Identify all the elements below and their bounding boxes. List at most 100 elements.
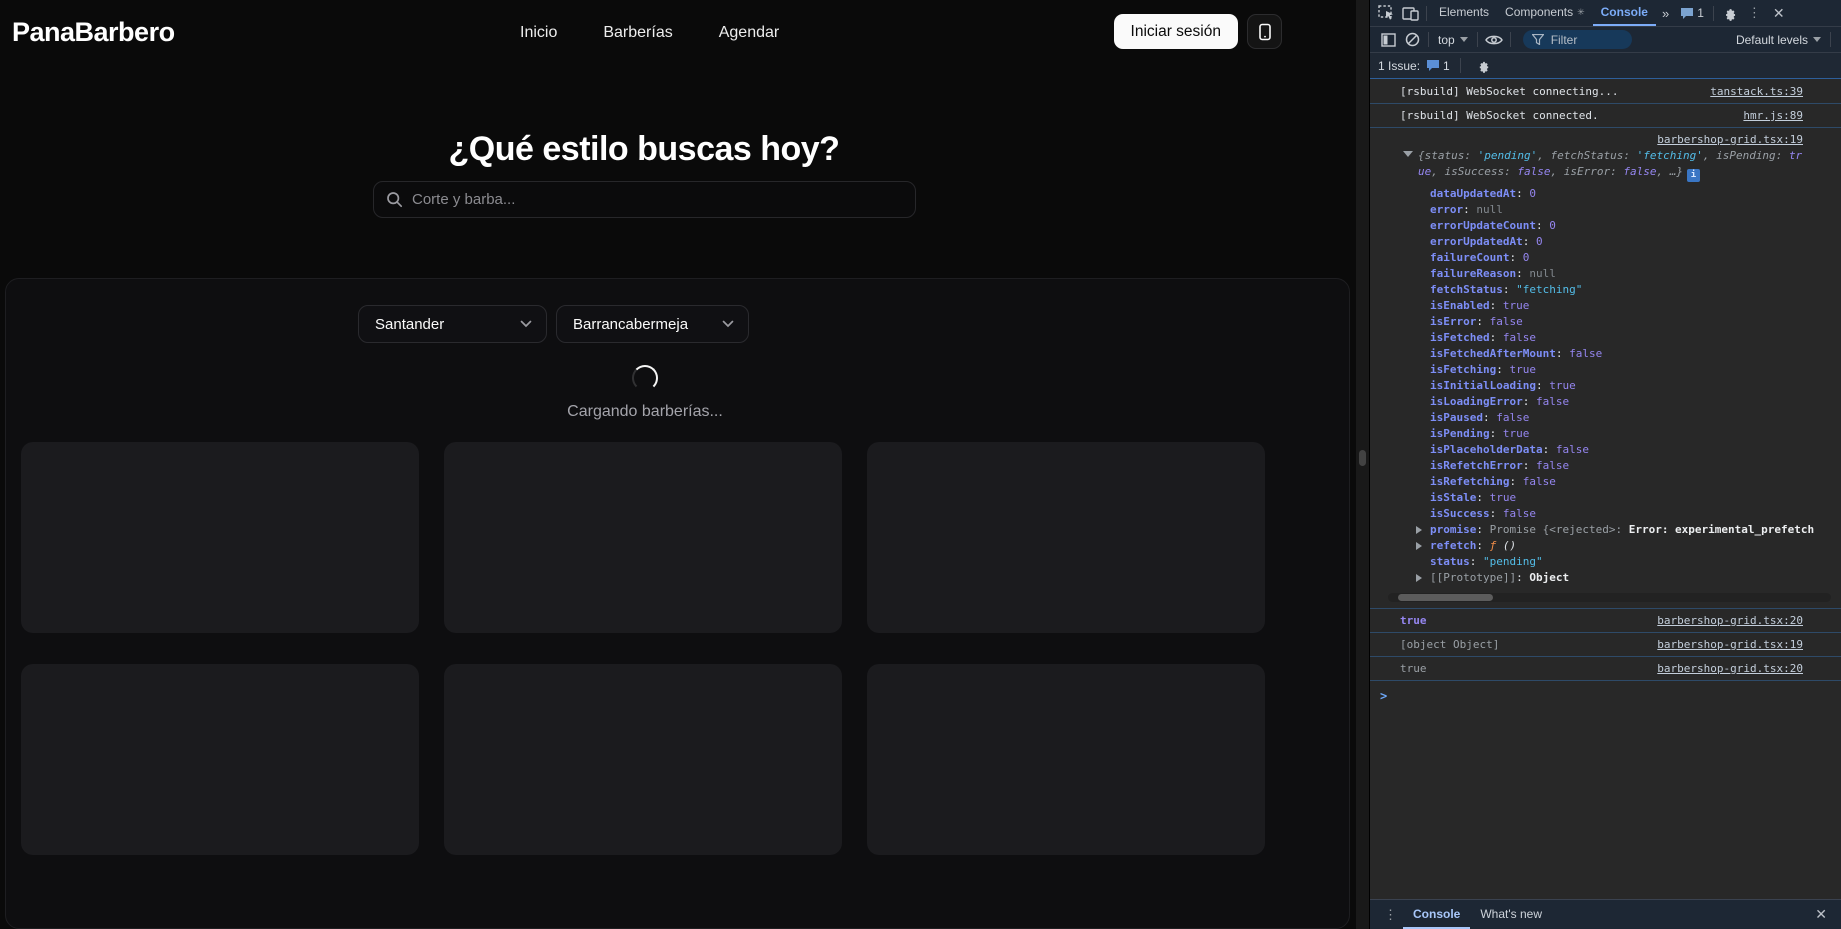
object-property[interactable]: isPending: true (1370, 426, 1841, 442)
city-select[interactable]: Barrancabermeja (556, 305, 749, 343)
issues-count: 1 (1697, 6, 1704, 20)
console-prompt[interactable]: > (1370, 681, 1841, 703)
search-input[interactable] (412, 191, 903, 208)
property-key: isRefetching (1430, 475, 1510, 488)
object-property[interactable]: failureReason: null (1370, 266, 1841, 282)
browser-page: PanaBarbero Inicio Barberías Agendar Inici… (0, 0, 1356, 929)
collapse-arrow-icon[interactable] (1403, 151, 1413, 157)
source-link[interactable]: barbershop-grid.tsx:20 (1657, 661, 1803, 676)
nav-link-barberías[interactable]: Barberías (603, 24, 672, 42)
context-selector[interactable]: top (1433, 33, 1473, 47)
console-messages: [rsbuild] WebSocket connecting... tanstac… (1370, 80, 1841, 128)
issues-settings-gear-icon[interactable] (1471, 56, 1495, 76)
source-link[interactable]: hmr.js:89 (1743, 108, 1803, 123)
clear-console-icon[interactable] (1400, 30, 1424, 50)
property-value: 0 (1529, 187, 1536, 200)
property-value: : (1615, 523, 1629, 536)
object-property[interactable]: isInitialLoading: true (1370, 378, 1841, 394)
source-link[interactable]: tanstack.ts:39 (1710, 84, 1803, 99)
live-expression-eye-icon[interactable] (1482, 30, 1506, 50)
inspect-element-icon[interactable] (1374, 3, 1398, 23)
info-icon[interactable]: i (1686, 169, 1700, 182)
horizontal-scrollbar-thumb[interactable] (1398, 594, 1493, 601)
object-property[interactable]: isSuccess: false (1370, 506, 1841, 522)
object-property[interactable]: isError: false (1370, 314, 1841, 330)
object-property[interactable]: failureCount: 0 (1370, 250, 1841, 266)
drawer-tab-whats-new[interactable]: What's new (1470, 900, 1552, 929)
divider (1459, 58, 1461, 73)
site-logo[interactable]: PanaBarbero (12, 17, 175, 48)
close-devtools-icon[interactable]: ✕ (1767, 5, 1791, 22)
department-select[interactable]: Santander (358, 305, 547, 343)
object-property[interactable]: isEnabled: true (1370, 298, 1841, 314)
tab-elements[interactable]: Elements (1431, 0, 1497, 26)
object-preview[interactable]: {status: 'pending', fetchStatus: 'fetchi… (1370, 147, 1841, 184)
issues-bar-label: 1 Issue: (1378, 58, 1421, 73)
loading-spinner-icon (632, 365, 658, 391)
object-property[interactable]: fetchStatus: "fetching" (1370, 282, 1841, 298)
more-tabs-icon[interactable]: » (1656, 6, 1675, 21)
issues-bubble-icon[interactable]: 1 (1426, 59, 1450, 73)
console-message: [rsbuild] WebSocket connecting... tanstac… (1370, 80, 1841, 104)
close-drawer-icon[interactable]: ✕ (1809, 906, 1833, 923)
phone-icon (1257, 23, 1273, 41)
property-value: 0 (1535, 235, 1543, 248)
object-property[interactable]: errorUpdatedAt: 0 (1370, 234, 1841, 250)
drawer-tab-console[interactable]: Console (1403, 900, 1471, 929)
object-property[interactable]: isPlaceholderData: false (1370, 442, 1841, 458)
expand-arrow-icon[interactable] (1416, 542, 1422, 550)
source-link[interactable]: barbershop-grid.tsx:19 (1657, 133, 1803, 146)
object-property[interactable]: errorUpdateCount: 0 (1370, 218, 1841, 234)
property-value: false (1502, 331, 1536, 344)
page-scrollbar-thumb[interactable] (1359, 450, 1366, 466)
object-property[interactable]: isRefetching: false (1370, 474, 1841, 490)
divider (1476, 32, 1478, 47)
object-property[interactable]: isStale: true (1370, 490, 1841, 506)
kebab-menu-icon[interactable]: ⋮ (1742, 5, 1767, 21)
object-property[interactable]: isFetchedAfterMount: false (1370, 346, 1841, 362)
mobile-menu-button[interactable] (1247, 14, 1282, 49)
skeleton-card (867, 442, 1265, 633)
object-property[interactable]: isRefetchError: false (1370, 458, 1841, 474)
console-message: [rsbuild] WebSocket connected. hmr.js:89 (1370, 104, 1841, 128)
object-property[interactable]: error: null (1370, 202, 1841, 218)
console-sidebar-icon[interactable] (1376, 30, 1400, 50)
expand-arrow-icon[interactable] (1416, 526, 1422, 534)
funnel-filter-icon (1531, 34, 1544, 45)
source-link[interactable]: barbershop-grid.tsx:19 (1657, 637, 1803, 652)
object-property[interactable]: promise: Promise {<rejected>: Error: exp… (1370, 522, 1841, 538)
object-property[interactable]: status: "pending" (1370, 554, 1841, 570)
property-value: <rejected> (1549, 523, 1616, 536)
object-property[interactable]: isLoadingError: false (1370, 394, 1841, 410)
object-property[interactable]: dataUpdatedAt: 0 (1370, 186, 1841, 202)
device-toolbar-icon[interactable] (1398, 3, 1422, 23)
property-value: true (1489, 491, 1517, 504)
object-property[interactable]: [[Prototype]]: Object (1370, 570, 1841, 586)
tab-components[interactable]: Components ✳ (1497, 0, 1593, 26)
settings-gear-icon[interactable] (1718, 3, 1742, 23)
log-levels-selector[interactable]: Default levels (1731, 33, 1826, 47)
property-value: true (1502, 427, 1530, 440)
object-property[interactable]: isFetching: true (1370, 362, 1841, 378)
prompt-chevron-icon: > (1380, 689, 1388, 703)
property-value: false (1535, 395, 1570, 408)
object-property[interactable]: refetch: ƒ () (1370, 538, 1841, 554)
nav-link-inicio[interactable]: Inicio (520, 24, 557, 42)
property-value: true (1549, 379, 1576, 392)
object-property[interactable]: isFetched: false (1370, 330, 1841, 346)
expand-arrow-icon[interactable] (1416, 574, 1422, 582)
console-message-text: [object Object] (1400, 638, 1500, 651)
issues-counter[interactable]: 1 (1675, 6, 1709, 20)
drawer-kebab-menu-icon[interactable]: ⋮ (1378, 907, 1403, 923)
divider (1830, 32, 1832, 47)
console-horizontal-scrollbar[interactable] (1388, 593, 1831, 602)
nav-link-agendar[interactable]: Agendar (719, 24, 780, 42)
console-filter-input[interactable]: Filter (1522, 30, 1632, 49)
login-button[interactable]: Iniciar sesión (1113, 14, 1238, 49)
property-key: failureCount (1430, 251, 1510, 264)
tab-console[interactable]: Console (1592, 0, 1656, 26)
object-property[interactable]: isPaused: false (1370, 410, 1841, 426)
page-scrollbar[interactable] (1356, 0, 1369, 929)
source-link[interactable]: barbershop-grid.tsx:20 (1657, 613, 1803, 628)
skeleton-card (867, 664, 1265, 855)
